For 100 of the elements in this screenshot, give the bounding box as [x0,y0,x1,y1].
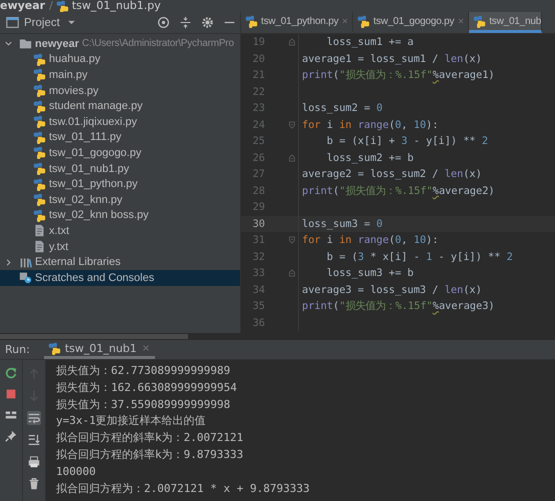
close-icon[interactable] [457,17,466,25]
run-tab[interactable]: tsw_01_nub1 [44,340,155,359]
text-file-icon [33,224,46,238]
path-separator: / [49,0,53,12]
python-file-icon [33,100,46,113]
rerun-icon[interactable] [4,366,18,380]
line-number: 21 [252,69,266,82]
tree-item[interactable]: huahua.py [49,53,100,66]
python-file-icon [33,162,46,176]
tree-item[interactable]: tsw_02_knn boss.py [49,209,149,222]
line-number: 24 [252,118,266,131]
line-number: 22 [252,86,266,98]
code-line: for i in range(0, 10): [302,118,438,131]
locate-icon[interactable] [157,16,170,29]
code-line: b = (x[i] + 3 - y[i]) ** 2 [326,135,488,148]
tree-item[interactable]: tsw_01_111.py [49,131,122,144]
code-line: b = (3 * x[i] - 1 - y[i]) ** 2 [326,250,513,263]
tree-item[interactable]: movies.py [49,84,99,97]
python-file-icon [33,178,46,191]
python-file-icon [357,14,370,28]
tree-item[interactable]: tsw_01_gogogo.py [49,146,142,159]
fold-marker-icon[interactable] [286,37,296,48]
fold-marker-icon[interactable] [286,268,296,278]
breadcrumb-item[interactable]: ewyear [0,0,46,12]
tree-item[interactable]: Scratches and Consoles [35,272,154,284]
soft-wrap-icon[interactable] [27,411,41,425]
settings-icon[interactable] [201,16,214,29]
editor-tab[interactable]: tsw_01_nub [469,12,542,33]
code-line: for i in range(0, 10): [302,234,438,246]
project-window-icon [6,16,19,29]
breadcrumb-item[interactable]: tsw_01_nub1.py [72,0,161,12]
code-line: average2 = loss_sum2 / len(x) [302,168,482,180]
collapse-all-icon[interactable] [179,16,192,29]
console-output-line: 损失值为：62.773089999999989 [56,363,232,379]
console-output-line: 拟合回归方程的斜率k为：9.8793333 [56,446,244,463]
console-output-line: 100000 [56,464,97,480]
line-number: 23 [252,102,266,114]
text-file-icon [33,240,46,254]
line-number: 31 [252,234,266,246]
line-number: 20 [252,52,266,65]
scratches-icon [19,271,32,284]
console-output-line: 拟合回归方程为：2.0072121 * x + 9.8793333 [56,480,311,497]
code-line: average3 = loss_sum3 / len(x) [302,284,482,296]
tree-item[interactable]: tsw_02_knn.py [49,194,122,206]
code-line: print("损失值为：%.15f"%average2) [302,184,495,198]
python-file-icon [33,68,46,82]
tree-item[interactable]: y.txt [49,240,68,253]
folder-icon [19,37,32,50]
python-file-icon [33,84,46,98]
pin-icon[interactable] [4,429,18,443]
code-line: print("损失值为：%.15f"%average1) [302,68,495,82]
python-file-icon [33,115,46,128]
panel-title[interactable]: Project [24,16,60,28]
line-number: 30 [252,218,266,230]
tree-item[interactable]: External Libraries [35,256,121,268]
tree-item[interactable]: tsw_01_nub1.py [49,162,130,175]
python-file-icon [33,130,46,144]
python-file-icon [48,342,61,354]
line-number: 29 [252,201,266,214]
line-number: 33 [252,267,266,280]
editor-tab[interactable]: tsw_01_python.py [241,12,354,33]
code-line: loss_sum3 = 0 [302,218,383,230]
line-number: 28 [252,184,266,197]
project-path: C:\Users\Administrator\PycharmPro [82,38,234,50]
tree-item[interactable]: x.txt [49,224,70,237]
python-file-icon [33,146,46,160]
python-file-icon [33,52,46,66]
console-output-line: 损失值为：37.559089999999998 [56,396,232,413]
fold-marker-icon[interactable] [286,120,296,130]
console-output-line: 损失值为：162.663089999999954 [56,380,238,396]
line-number: 19 [252,36,266,48]
tree-item[interactable]: main.py [49,68,88,81]
panel-label: Run: [5,343,30,356]
close-icon[interactable] [140,343,151,353]
code-line: print("损失值为：%.15f"%average3) [302,299,495,314]
tree-item[interactable]: tsw.01.jiqixuexi.py [49,116,138,128]
line-number: 32 [252,250,266,263]
python-file-icon [473,14,486,28]
scroll-to-end-icon[interactable] [27,433,41,447]
stop-icon[interactable] [4,387,18,401]
line-number: 27 [252,168,266,180]
trash-icon[interactable] [27,477,41,491]
code-line: loss_sum2 = 0 [302,102,383,114]
python-file-icon [33,208,46,222]
tree-item[interactable]: tsw_01_python.py [49,178,138,190]
code-line: loss_sum3 += b [326,267,414,280]
code-line: loss_sum1 += a [326,36,414,48]
tree-item[interactable]: newyear [35,38,80,50]
library-icon [19,256,32,269]
console-output-line: y=3x-1更加接近样本给出的值 [56,413,207,430]
line-number: 25 [252,135,266,148]
close-icon[interactable] [341,17,350,25]
tree-item[interactable]: student manage.py [49,100,143,112]
fold-marker-icon[interactable] [286,235,296,246]
line-number: 36 [252,316,266,329]
console-output-line: 拟合回归方程的斜率k为：2.0072121 [56,430,244,446]
print-icon[interactable] [27,455,41,469]
python-file-icon [33,193,46,206]
fold-marker-icon[interactable] [286,152,296,163]
line-number: 26 [252,152,266,164]
